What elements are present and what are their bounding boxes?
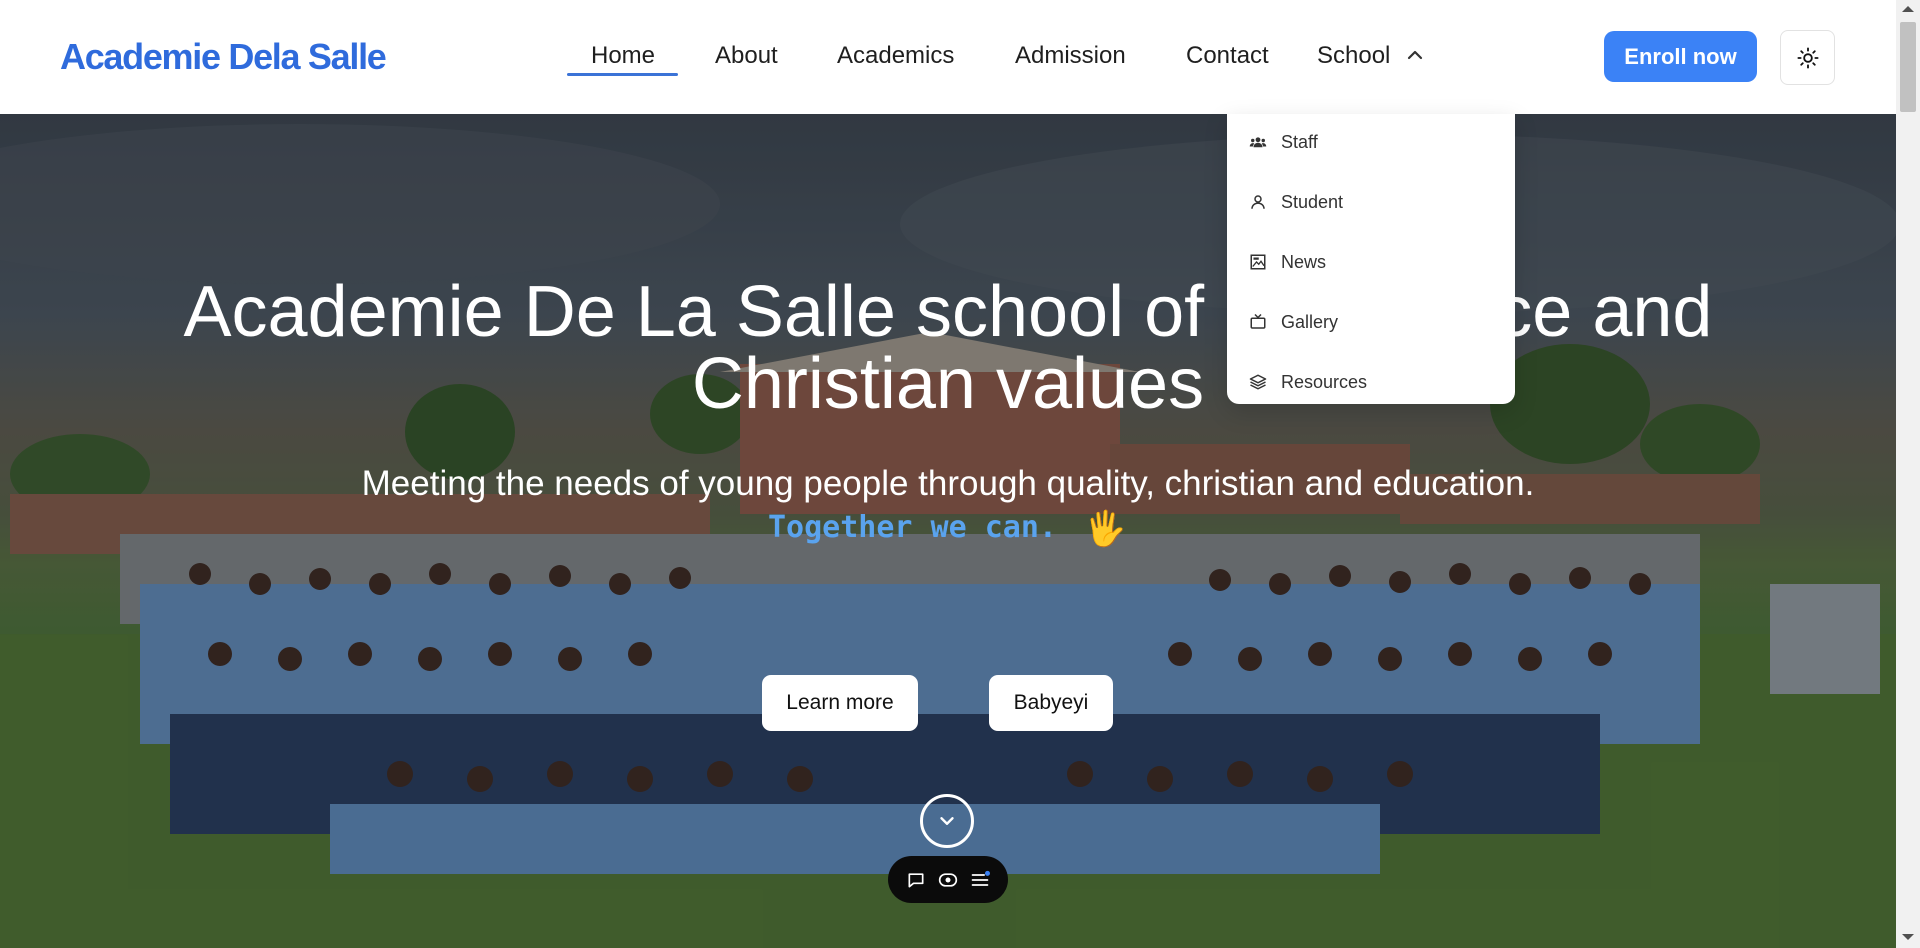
babyeyi-button[interactable]: Babyeyi bbox=[989, 675, 1113, 731]
dropdown-item-student[interactable]: Student bbox=[1227, 178, 1515, 226]
hero-title: Academie De La Salle school of Excellenc… bbox=[0, 276, 1896, 420]
dropdown-item-news[interactable]: News bbox=[1227, 238, 1515, 286]
eye-icon[interactable] bbox=[936, 868, 960, 892]
enroll-now-button[interactable]: Enroll now bbox=[1604, 31, 1757, 82]
nav-link-admission[interactable]: Admission bbox=[1015, 42, 1126, 70]
layers-icon bbox=[1249, 373, 1267, 391]
tv-icon bbox=[1249, 313, 1267, 331]
image-icon bbox=[1249, 253, 1267, 271]
theme-toggle-button[interactable] bbox=[1780, 30, 1835, 85]
dropdown-item-resources[interactable]: Resources bbox=[1227, 358, 1515, 406]
brand-logo[interactable]: Academie Dela Salle bbox=[60, 36, 387, 78]
dropdown-item-label: Staff bbox=[1281, 131, 1318, 152]
nav-link-contact[interactable]: Contact bbox=[1186, 42, 1269, 70]
dropdown-item-label: Gallery bbox=[1281, 311, 1339, 332]
user-icon bbox=[1249, 193, 1267, 211]
users-icon bbox=[1249, 133, 1267, 151]
dropdown-item-label: News bbox=[1281, 251, 1327, 272]
chevron-down-icon bbox=[940, 817, 954, 825]
scroll-up-arrow-icon[interactable] bbox=[1902, 6, 1914, 12]
scroll-down-button[interactable] bbox=[920, 794, 974, 848]
sun-icon bbox=[1796, 46, 1819, 69]
nav-link-home[interactable]: Home bbox=[591, 42, 655, 70]
nav-active-indicator bbox=[567, 73, 678, 76]
hero-section: Academie De La Salle school of Excellenc… bbox=[0, 114, 1896, 948]
scrollbar-thumb[interactable] bbox=[1900, 22, 1916, 112]
dropdown-item-staff[interactable]: Staff bbox=[1227, 118, 1515, 166]
menu-icon[interactable] bbox=[968, 868, 992, 892]
hero-subtitle: Meeting the needs of young people throug… bbox=[361, 464, 1535, 503]
nav-link-about[interactable]: About bbox=[715, 42, 778, 70]
floating-toolbar bbox=[888, 856, 1008, 903]
nav-link-academics[interactable]: Academics bbox=[837, 42, 954, 70]
waving-hand-icon: 🖐 bbox=[1084, 510, 1127, 548]
dropdown-item-label: Student bbox=[1281, 191, 1344, 212]
page-scrollbar[interactable] bbox=[1896, 0, 1920, 948]
chat-icon[interactable] bbox=[904, 868, 928, 892]
scroll-down-arrow-icon[interactable] bbox=[1902, 934, 1914, 940]
hero-tagline: Together we can. bbox=[768, 510, 1057, 545]
school-dropdown-menu: Staff Student News Gallery Resources bbox=[1227, 114, 1515, 404]
dropdown-item-label: Resources bbox=[1281, 371, 1368, 392]
chevron-up-icon[interactable] bbox=[1404, 47, 1426, 63]
nav-link-school[interactable]: School bbox=[1317, 42, 1390, 70]
navbar: Academie Dela Salle Home About Academics… bbox=[0, 0, 1896, 114]
learn-more-button[interactable]: Learn more bbox=[762, 675, 918, 731]
dropdown-item-gallery[interactable]: Gallery bbox=[1227, 298, 1515, 346]
hero-title-line-1: Academie De La Salle school of Excellenc… bbox=[183, 272, 1713, 352]
hero-title-line-2: Christian values bbox=[691, 344, 1205, 424]
